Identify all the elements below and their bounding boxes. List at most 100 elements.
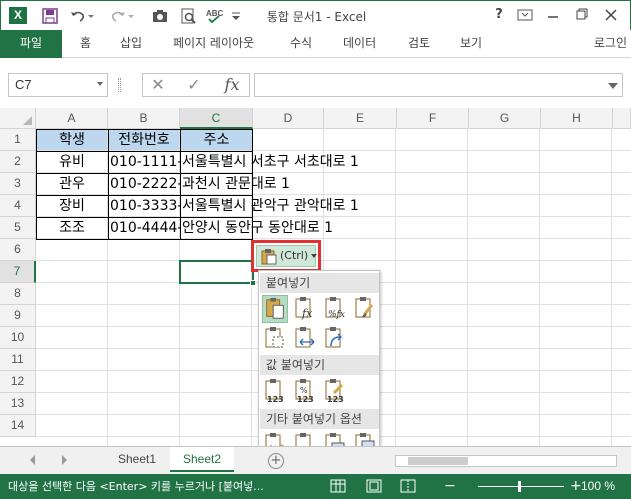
column-header-d[interactable]: D — [253, 108, 324, 129]
row-header-9[interactable]: 9 — [0, 305, 36, 327]
cell-name[interactable]: 장비 — [36, 195, 108, 217]
tab-review[interactable]: 검토 — [408, 30, 430, 58]
column-header-e[interactable]: E — [324, 108, 397, 129]
paste-options-highlight: (Ctrl) — [251, 240, 321, 272]
page-break-preview-icon[interactable] — [400, 479, 416, 493]
close-icon[interactable] — [599, 5, 623, 25]
select-all-button[interactable] — [0, 108, 36, 129]
cell-name[interactable]: 조조 — [36, 217, 108, 239]
zoom-level[interactable]: 100 % — [581, 474, 615, 499]
scrollbar-thumb[interactable] — [408, 457, 468, 465]
paste-formulas-number-format-icon[interactable]: %fx — [322, 295, 348, 323]
tab-data[interactable]: 데이터 — [343, 30, 376, 58]
fill-handle[interactable] — [250, 280, 256, 286]
svg-text:%fx: %fx — [328, 310, 345, 320]
tab-file[interactable]: 파일 — [0, 30, 62, 58]
next-sheet-icon[interactable] — [62, 455, 67, 465]
cell-address[interactable]: 서울특별시 관악구 관악대로 1 — [182, 195, 359, 217]
row-header-6[interactable]: 6 — [0, 239, 36, 261]
row-header-5[interactable]: 5 — [0, 217, 36, 239]
prev-sheet-icon[interactable] — [30, 455, 35, 465]
formula-bar-splitter[interactable] — [118, 78, 121, 92]
row-header-4[interactable]: 4 — [0, 195, 36, 217]
cell-address[interactable]: 과천시 관문대로 1 — [182, 173, 290, 195]
row-header-10[interactable]: 10 — [0, 327, 36, 349]
expand-formula-bar-icon[interactable] — [608, 83, 618, 89]
tab-page-layout[interactable]: 페이지 레이아웃 — [173, 30, 254, 58]
svg-text:%: % — [300, 386, 308, 395]
sign-in-link[interactable]: 로그인 — [594, 30, 627, 58]
column-header-h[interactable]: H — [541, 108, 613, 129]
clipboard-icon — [261, 249, 277, 265]
page-layout-view-icon[interactable] — [366, 479, 382, 493]
row-header-3[interactable]: 3 — [0, 173, 36, 195]
chevron-down-icon — [311, 254, 317, 258]
values-number-format-icon[interactable]: % 123 — [292, 377, 318, 405]
row-header-7[interactable]: 7 — [0, 261, 36, 283]
paste-icon[interactable] — [262, 295, 288, 323]
row-header-12[interactable]: 12 — [0, 371, 36, 393]
restore-icon[interactable] — [569, 5, 593, 25]
row-header-8[interactable]: 8 — [0, 283, 36, 305]
insert-function-button[interactable]: fx — [219, 75, 245, 95]
horizontal-scrollbar[interactable] — [395, 455, 617, 467]
header-address: 주소 — [203, 132, 230, 148]
column-header-c[interactable]: C — [180, 108, 253, 129]
zoom-slider[interactable] — [478, 486, 564, 487]
keep-column-widths-icon[interactable] — [292, 325, 318, 353]
tab-view[interactable]: 보기 — [460, 30, 482, 58]
normal-view-icon[interactable] — [330, 479, 346, 493]
name-box-value: C7 — [15, 77, 32, 92]
column-header-a[interactable]: A — [36, 108, 108, 129]
values-source-formatting-icon[interactable]: 123 — [322, 377, 348, 405]
paste-options-menu: 붙여넣기 값 붙여넣기 기타 붙여넣기 옵션 fx %fx 123 % 123 … — [258, 270, 380, 462]
cell-phone[interactable]: 010-3333- — [110, 195, 180, 217]
active-cell[interactable] — [179, 260, 254, 284]
column-header-g[interactable]: G — [469, 108, 541, 129]
keep-source-formatting-icon[interactable] — [352, 295, 378, 323]
cell-phone[interactable]: 010-2222- — [110, 173, 180, 195]
ribbon-tabs: 파일 홈 삽입 페이지 레이아웃 수식 데이터 검토 보기 로그인 — [0, 30, 631, 58]
zoom-in-button[interactable]: + — [570, 474, 582, 499]
sheet-tab-sheet2[interactable]: Sheet2 — [170, 447, 234, 472]
sheet-tab-sheet1[interactable]: Sheet1 — [106, 447, 168, 472]
row-header-14[interactable]: 14 — [0, 415, 36, 437]
zoom-slider-thumb[interactable] — [518, 481, 521, 492]
cell-address[interactable]: 서울특별시 서초구 서초대로 1 — [182, 151, 359, 173]
cell-address[interactable]: 안양시 동안구 동안대로 1 — [182, 217, 333, 239]
row-header-13[interactable]: 13 — [0, 393, 36, 415]
row-header-2[interactable]: 2 — [0, 151, 36, 173]
minimize-icon[interactable] — [541, 5, 565, 25]
zoom-out-button[interactable]: − — [444, 474, 456, 499]
cancel-icon[interactable]: ✕ — [145, 75, 171, 95]
paste-options-button[interactable]: (Ctrl) — [256, 245, 317, 267]
row-header-11[interactable]: 11 — [0, 349, 36, 371]
formula-buttons: ✕ ✓ fx — [142, 73, 250, 97]
paste-options-label: (Ctrl) — [280, 249, 309, 262]
paste-values-icon[interactable]: 123 — [262, 377, 288, 405]
ribbon-display-options-icon[interactable] — [513, 5, 537, 25]
column-header-f[interactable]: F — [397, 108, 469, 129]
select-all-icon — [23, 116, 32, 125]
paste-formulas-icon[interactable]: fx — [292, 295, 318, 323]
row-header-1[interactable]: 1 — [0, 129, 36, 151]
tab-insert[interactable]: 삽입 — [120, 30, 142, 58]
enter-icon[interactable]: ✓ — [181, 75, 207, 95]
cell-name[interactable]: 관우 — [36, 173, 108, 195]
column-header-partial — [613, 108, 631, 129]
cell-phone[interactable]: 010-4444- — [110, 217, 180, 239]
tab-home[interactable]: 홈 — [80, 30, 91, 58]
transpose-icon[interactable] — [322, 325, 348, 353]
help-button[interactable]: ? — [487, 5, 511, 25]
column-header-b[interactable]: B — [108, 108, 180, 129]
cell-phone[interactable]: 010-1111- — [110, 151, 180, 173]
tab-formulas[interactable]: 수식 — [290, 30, 312, 58]
no-borders-icon[interactable] — [262, 325, 288, 353]
section-paste-values: 값 붙여넣기 — [260, 355, 379, 375]
cell-name[interactable]: 유비 — [36, 151, 108, 173]
name-box[interactable]: C7 — [8, 73, 108, 97]
chevron-down-icon[interactable] — [97, 82, 103, 86]
formula-input[interactable] — [254, 73, 623, 97]
add-sheet-icon[interactable]: + — [268, 453, 284, 469]
section-other-paste: 기타 붙여넣기 옵션 — [260, 409, 379, 429]
